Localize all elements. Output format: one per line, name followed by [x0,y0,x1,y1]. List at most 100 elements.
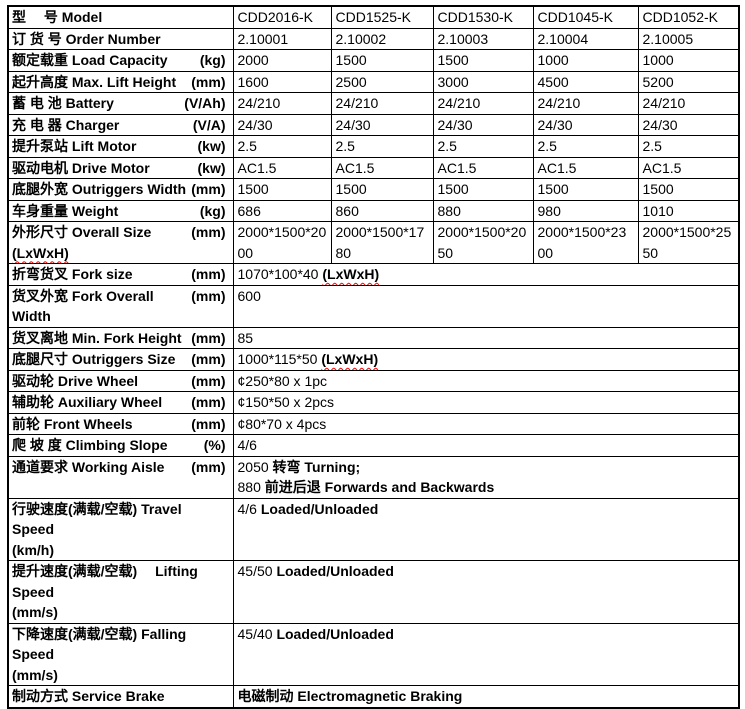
spec-table: 型 号 Model CDD2016-K CDD1525-K CDD1530-K … [7,5,740,709]
spec-cell: 860 [331,200,433,222]
row-label-cell: 制动方式 Service Brake [8,686,233,708]
spec-cell: 980 [533,200,638,222]
row-unit: (mm/s) [12,602,226,623]
row-unit: (kw) [198,158,226,179]
table-row-lift-height: 起升高度 Max. Lift Height(mm) 1600 2500 3000… [8,71,739,93]
row-label: 折弯货叉 Fork size [12,264,133,285]
spec-cell: AC1.5 [433,157,533,179]
table-row-fork-overall-width: 货叉外宽 Fork Overall Width(mm) 600 [8,285,739,327]
row-label-cell: 外形尺寸 Overall Size (LxWxH)(mm) [8,222,233,264]
spec-cell-merged: 4/6 [233,435,739,457]
table-row-auxiliary-wheel: 辅助轮 Auxiliary Wheel(mm) ¢150*50 x 2pcs [8,392,739,414]
table-row-charger: 充 电 器 Charger(V/A) 24/30 24/30 24/30 24/… [8,114,739,136]
spec-cell: 2000*1500*2300 [533,222,638,264]
row-unit: (mm) [191,264,225,285]
row-unit: (kg) [200,50,226,71]
spec-cell: 24/30 [638,114,739,136]
table-row-lift-motor: 提升泵站 Lift Motor(kw) 2.5 2.5 2.5 2.5 2.5 [8,136,739,158]
table-row-weight: 车身重量 Weight(kg) 686 860 880 980 1010 [8,200,739,222]
spec-cell: 2000*1500*2550 [638,222,739,264]
spec-cell: 1000 [638,50,739,72]
row-label: 额定载重 Load Capacity [12,50,168,71]
spec-cell-merged: ¢150*50 x 2pcs [233,392,739,414]
row-label: 驱动电机 Drive Motor [12,158,150,179]
aisle-line-forwards: 880 前进后退 Forwards and Backwards [238,477,735,498]
table-row-order-number: 订 货 号 Order Number 2.10001 2.10002 2.100… [8,28,739,50]
table-row-service-brake: 制动方式 Service Brake 电磁制动 Electromagnetic … [8,686,739,708]
table-row-model: 型 号 Model CDD2016-K CDD1525-K CDD1530-K … [8,6,739,28]
spec-cell: 2.10001 [233,28,331,50]
spec-cell: 2000*1500*1780 [331,222,433,264]
spec-cell-merged: 45/50 Loaded/Unloaded [233,561,739,624]
row-unit: (mm) [191,392,225,413]
row-label: 货叉离地 Min. Fork Height [12,328,182,349]
spec-cell: 24/30 [533,114,638,136]
table-row-min-fork-height: 货叉离地 Min. Fork Height(mm) 85 [8,327,739,349]
spec-cell: 24/210 [331,93,433,115]
spec-cell: 24/30 [433,114,533,136]
spec-cell: 24/210 [233,93,331,115]
spec-cell-merged: 45/40 Loaded/Unloaded [233,623,739,686]
row-label-cell: 货叉离地 Min. Fork Height(mm) [8,327,233,349]
table-row-outriggers-width: 底腿外宽 Outriggers Width(mm) 1500 1500 1500… [8,179,739,201]
spec-cell: 24/210 [533,93,638,115]
table-row-falling-speed: 下降速度(满载/空载) Falling Speed (mm/s) 45/40 L… [8,623,739,686]
row-label-cell: 爬 坡 度 Climbing Slope (%) [8,435,233,457]
spec-cell: 1010 [638,200,739,222]
spec-cell: 1500 [331,179,433,201]
row-label: 底腿尺寸 Outriggers Size [12,349,175,370]
row-label: 型 号 Model [12,7,102,28]
row-label-cell: 驱动轮 Drive Wheel(mm) [8,370,233,392]
row-label-cell: 驱动电机 Drive Motor (kw) [8,157,233,179]
spec-cell: 1500 [533,179,638,201]
spec-cell: 2.5 [331,136,433,158]
spec-cell: 1000 [533,50,638,72]
table-row-climbing-slope: 爬 坡 度 Climbing Slope (%) 4/6 [8,435,739,457]
row-label: 订 货 号 Order Number [12,29,161,50]
aisle-line-turning: 2050 转弯 Turning; [238,457,735,478]
row-label: 起升高度 Max. Lift Height [12,72,176,93]
spec-cell: 2.10003 [433,28,533,50]
spec-cell-merged: 2050 转弯 Turning; 880 前进后退 Forwards and B… [233,456,739,498]
spec-cell-merged: 4/6 Loaded/Unloaded [233,498,739,561]
row-label: 货叉外宽 Fork Overall Width [12,286,191,327]
spec-cell: 1500 [331,50,433,72]
row-unit: (mm) [191,349,225,370]
row-label-cell: 底腿尺寸 Outriggers Size (mm) [8,349,233,371]
row-unit: (%) [204,435,226,456]
spec-cell: 24/30 [233,114,331,136]
row-unit: (kw) [198,136,226,157]
model-cell: CDD1525-K [331,6,433,28]
spec-cell: 1500 [433,50,533,72]
spec-cell-merged: 85 [233,327,739,349]
row-unit: (mm) [191,179,225,200]
row-unit: (mm) [191,72,225,93]
spec-cell: 2000*1500*2000 [233,222,331,264]
row-unit: (V/A) [193,115,226,136]
row-label: 提升泵站 Lift Motor [12,136,136,157]
row-label: 通道要求 Working Aisle [12,457,164,478]
row-label-cell: 型 号 Model [8,6,233,28]
spec-cell: 4500 [533,71,638,93]
row-label: 爬 坡 度 Climbing Slope [12,435,168,456]
spec-cell: 1500 [433,179,533,201]
spec-cell: 24/210 [433,93,533,115]
spec-cell: 880 [433,200,533,222]
spec-cell: 2.5 [638,136,739,158]
row-label-cell: 提升速度(满载/空载) Lifting Speed (mm/s) [8,561,233,624]
spec-cell: 1600 [233,71,331,93]
spec-cell-merged: 600 [233,285,739,327]
spec-cell-merged: 电磁制动 Electromagnetic Braking [233,686,739,708]
spec-cell: 2000*1500*2050 [433,222,533,264]
spec-cell: 2.5 [433,136,533,158]
row-label-cell: 通道要求 Working Aisle (mm) [8,456,233,498]
row-label-cell: 额定载重 Load Capacity (kg) [8,50,233,72]
row-label-cell: 车身重量 Weight(kg) [8,200,233,222]
row-unit: (mm) [191,414,225,435]
row-label-cell: 货叉外宽 Fork Overall Width(mm) [8,285,233,327]
spec-cell: AC1.5 [638,157,739,179]
model-cell: CDD2016-K [233,6,331,28]
row-label: 前轮 Front Wheels [12,414,133,435]
row-label-cell: 起升高度 Max. Lift Height (mm) [8,71,233,93]
row-unit: (mm) [191,457,225,478]
